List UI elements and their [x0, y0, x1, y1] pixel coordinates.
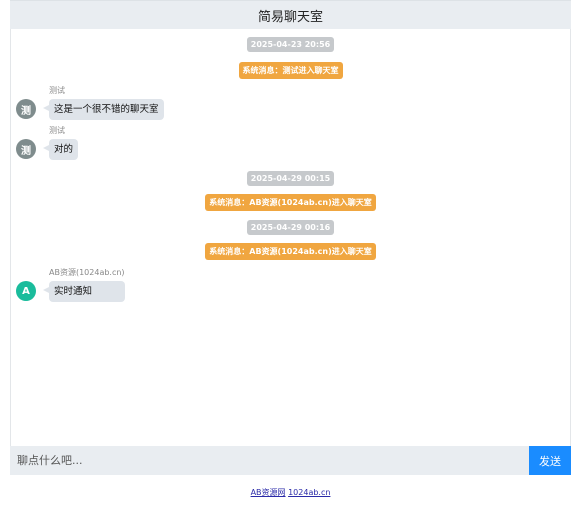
- time-row: 2025-04-29 00:16: [11, 220, 570, 235]
- timestamp-badge: 2025-04-23 20:56: [246, 37, 335, 52]
- footer-link-site[interactable]: AB资源网: [251, 488, 286, 497]
- send-button[interactable]: 发送: [529, 446, 571, 475]
- message-item: 测 测试 这是一个很不错的聊天室: [16, 86, 164, 120]
- avatar: 测: [16, 139, 36, 159]
- timestamp-badge: 2025-04-29 00:15: [246, 171, 335, 186]
- system-message: 系统消息：AB资源(1024ab.cn)进入聊天室: [205, 194, 376, 211]
- message-bubble: 这是一个很不错的聊天室: [43, 99, 164, 120]
- message-item: 测 测试 对的: [16, 126, 79, 160]
- system-row: 系统消息：AB资源(1024ab.cn)进入聊天室: [11, 194, 570, 211]
- timestamp-badge: 2025-04-29 00:16: [246, 220, 335, 235]
- message-bubble: 实时通知: [43, 281, 125, 302]
- sender-name: AB资源(1024ab.cn): [49, 268, 125, 277]
- time-row: 2025-04-23 20:56: [11, 37, 570, 52]
- time-row: 2025-04-29 00:15: [11, 171, 570, 186]
- avatar: 测: [16, 99, 36, 119]
- avatar: A: [16, 281, 36, 301]
- chat-title: 简易聊天室: [257, 10, 323, 25]
- message-list[interactable]: 2025-04-23 20:56 系统消息：测试进入聊天室 测 测试 这是一个很…: [10, 29, 571, 446]
- message-input[interactable]: [10, 446, 529, 475]
- chat-app: 简易聊天室 2025-04-23 20:56 系统消息：测试进入聊天室 测 测试…: [10, 0, 571, 476]
- footer-link-domain[interactable]: 1024ab.cn: [288, 488, 330, 497]
- composer: 发送: [10, 446, 571, 475]
- system-row: 系统消息：AB资源(1024ab.cn)进入聊天室: [11, 243, 570, 260]
- message-bubble: 对的: [42, 139, 79, 160]
- chat-header: 简易聊天室: [10, 0, 571, 30]
- footer: AB资源网 1024ab.cn: [0, 487, 581, 498]
- system-message: 系统消息：AB资源(1024ab.cn)进入聊天室: [205, 243, 376, 260]
- message-item: A AB资源(1024ab.cn) 实时通知: [16, 268, 125, 302]
- system-message: 系统消息：测试进入聊天室: [238, 62, 343, 79]
- system-row: 系统消息：测试进入聊天室: [11, 62, 570, 79]
- sender-name: 测试: [49, 126, 65, 135]
- sender-name: 测试: [49, 86, 65, 95]
